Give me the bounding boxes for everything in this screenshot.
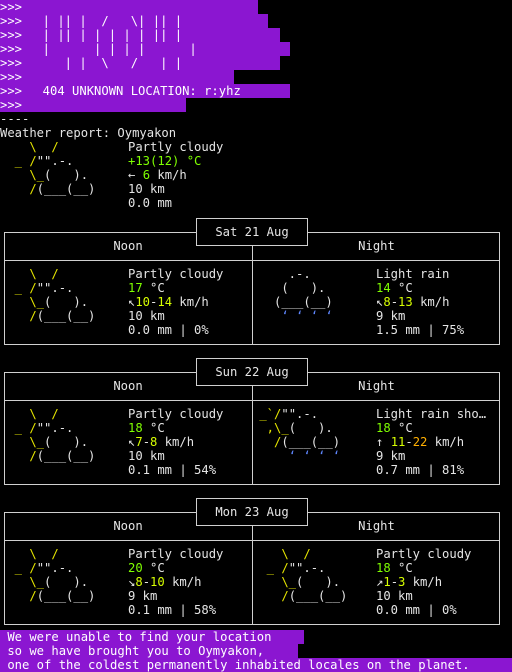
night-header: Night — [358, 379, 395, 393]
night-temp: 18 °C — [376, 421, 413, 435]
night-condition: Partly cloudy — [376, 547, 472, 561]
noon-temp: 18 °C — [128, 421, 165, 435]
night-wind: ↗1-3 km/h — [376, 575, 443, 589]
banner-prompt: >>> — [0, 84, 23, 98]
noon-temp: 17 °C — [128, 281, 165, 295]
banner-prompt: >>> — [0, 28, 23, 42]
night-header: Night — [358, 239, 395, 253]
separator: ---- — [0, 112, 30, 126]
banner-prompt: >>> — [0, 70, 23, 84]
notice-line: one of the coldest permanently inhabited… — [0, 658, 512, 672]
noon-header: Noon — [113, 519, 143, 533]
night-visibility: 9 km — [376, 449, 406, 463]
current-condition: Partly cloudy — [128, 140, 224, 154]
noon-visibility: 9 km — [128, 589, 158, 603]
partly-cloudy-icon: \ / _ /"".-. \_( ). /(___(__) — [0, 407, 96, 463]
noon-header: Noon — [113, 379, 143, 393]
current-visibility: 10 km — [128, 182, 165, 196]
night-wind: ↑ 11-22 km/h — [376, 435, 465, 449]
banner-prompt: >>> — [0, 0, 23, 14]
partly-cloudy-icon: \ / _ /"".-. \_( ). /(___(__) — [0, 267, 96, 323]
current-precip: 0.0 mm — [128, 196, 173, 210]
banner-art-line: | | | | | | — [28, 42, 197, 56]
banner-prompt: >>> — [0, 14, 23, 28]
night-temp: 14 °C — [376, 281, 413, 295]
notice-line: so we have brought you to Oymyakon, — [0, 644, 298, 658]
night-temp: 18 °C — [376, 561, 413, 575]
current-wind: ← 6 km/h — [128, 168, 187, 182]
noon-precip: 0.1 mm | 54% — [128, 463, 217, 477]
light-rain-shower-icon: _`/"".-. ,\_( ). /(___(__) ‘ ‘ ‘ ‘ — [252, 407, 341, 463]
night-visibility: 9 km — [376, 309, 406, 323]
banner-art-line: | || | / \| || | — [28, 14, 183, 28]
night-precip: 1.5 mm | 75% — [376, 323, 465, 337]
banner-art-line: | || | | | | | || | — [28, 28, 183, 42]
noon-header: Noon — [113, 239, 143, 253]
noon-precip: 0.1 mm | 58% — [128, 603, 217, 617]
night-wind: ↖8-13 km/h — [376, 295, 450, 309]
error-message: 404 UNKNOWN LOCATION: r:yhz — [28, 84, 241, 98]
night-condition: Light rain sho… — [376, 407, 487, 421]
noon-visibility: 10 km — [128, 309, 165, 323]
night-precip: 0.7 mm | 81% — [376, 463, 465, 477]
banner-prompt: >>> — [0, 42, 23, 56]
night-precip: 0.0 mm | 0% — [376, 603, 457, 617]
noon-condition: Partly cloudy — [128, 547, 224, 561]
noon-precip: 0.0 mm | 0% — [128, 323, 209, 337]
banner-prompt: >>> — [0, 98, 23, 112]
partly-cloudy-icon: \ / _ /"".-. \_( ). /(___(__) — [0, 140, 96, 196]
banner-prompt: >>> — [0, 56, 23, 70]
report-title: Weather report: Oymyakon — [0, 126, 177, 140]
current-temp: +13(12) °C — [128, 154, 202, 168]
notice-line: We were unable to find your location — [0, 630, 304, 644]
noon-wind: ↘8-10 km/h — [128, 575, 202, 589]
night-header: Night — [358, 519, 395, 533]
night-condition: Light rain — [376, 267, 450, 281]
noon-visibility: 10 km — [128, 449, 165, 463]
noon-wind: ↖7-8 km/h — [128, 435, 195, 449]
banner-bg-7 — [0, 98, 186, 112]
noon-temp: 20 °C — [128, 561, 165, 575]
banner-bg-5 — [0, 70, 234, 84]
night-visibility: 10 km — [376, 589, 413, 603]
noon-condition: Partly cloudy — [128, 407, 224, 421]
banner-art-line: | | \ / | | — [28, 56, 183, 70]
partly-cloudy-icon: \ / _ /"".-. \_( ). /(___(__) — [0, 547, 96, 603]
noon-wind: ↖10-14 km/h — [128, 295, 209, 309]
banner-bg-0 — [0, 0, 258, 14]
noon-condition: Partly cloudy — [128, 267, 224, 281]
light-rain-icon: .-. ( ). (___(__) ‘ ‘ ‘ ‘ — [252, 267, 333, 323]
partly-cloudy-icon: \ / _ /"".-. \_( ). /(___(__) — [252, 547, 348, 603]
